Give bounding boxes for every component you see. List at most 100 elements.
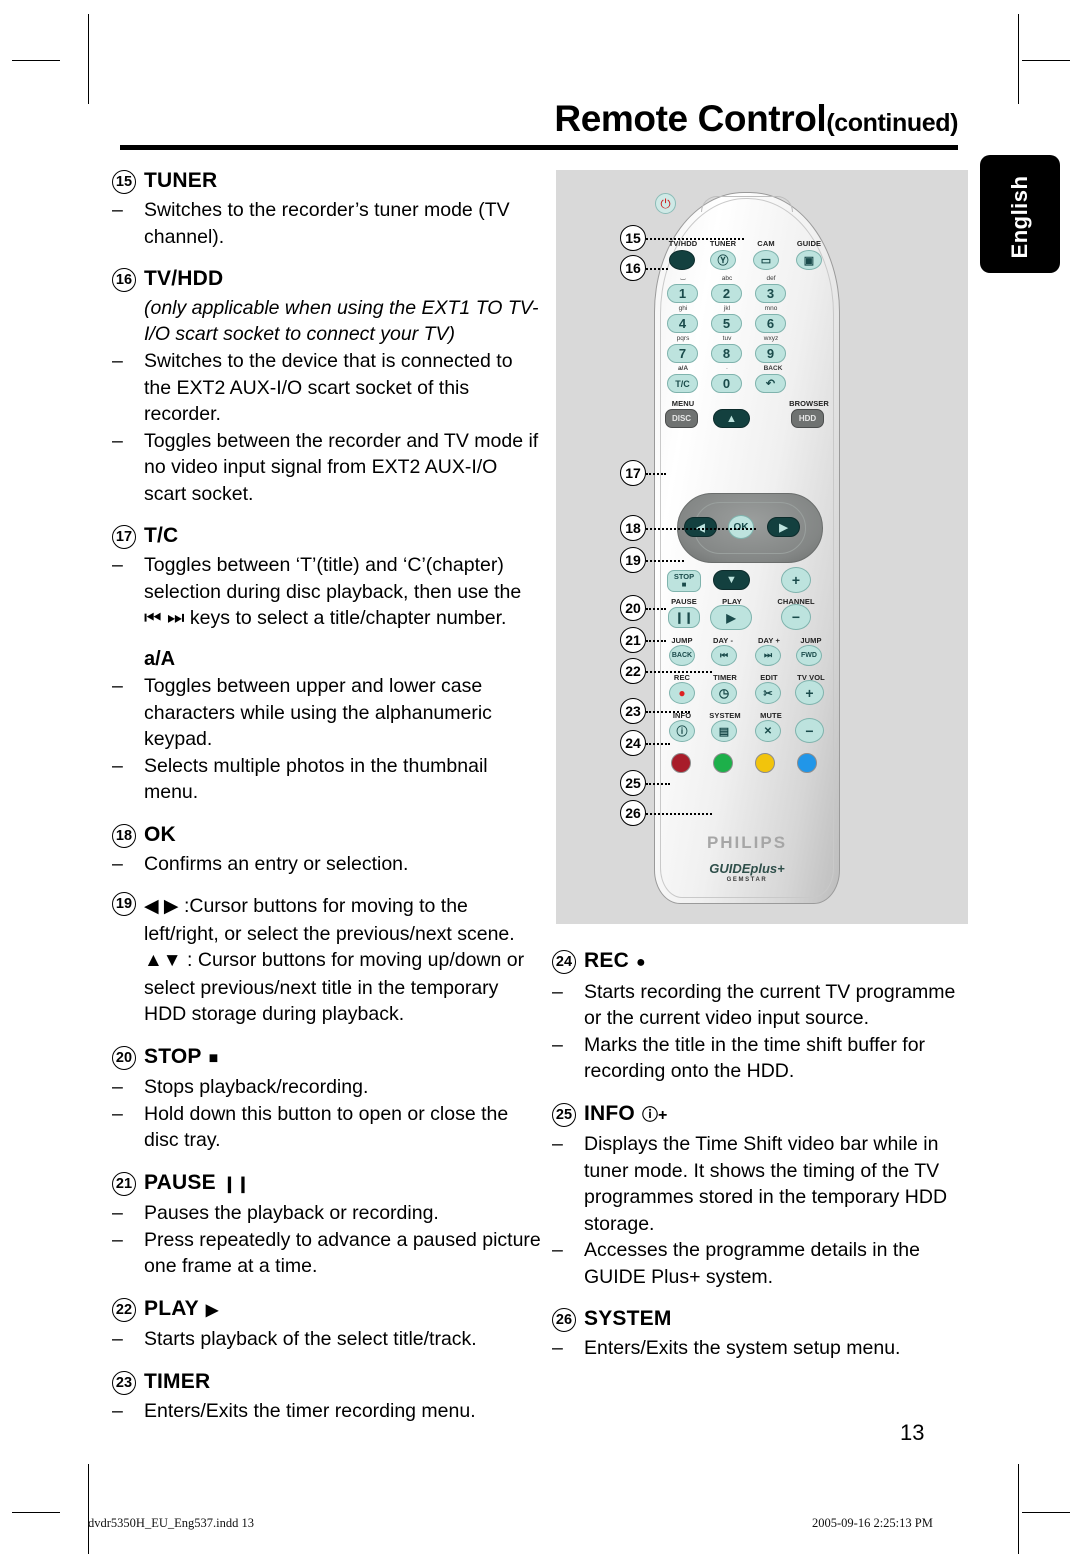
pause-bars-icon: ❙❙ [222,1175,250,1193]
callout-number-25: 25 [552,1102,576,1127]
entry-info-heading: 25 INFO ⓘ+ [552,1101,972,1130]
entry-rec-heading: 24 REC ● [552,948,972,977]
keypad-hint-aA: a/A [677,365,689,372]
callout-number-18: 18 [112,823,136,848]
bullet-item: – Marks the title in the time shift buff… [552,1032,972,1085]
channel-up-button[interactable]: + [781,567,811,593]
crop-mark-top-right [1018,14,1019,104]
key-7[interactable]: 7 [667,344,698,363]
next-button[interactable]: ⏭ [755,645,781,666]
callout-number-23: 23 [112,1370,136,1395]
entry-stop: 20 STOP ■ – Stops playback/recording. – … [112,1044,542,1154]
keypad-hint-1: ⌴ [680,275,686,282]
timer-button[interactable]: ◷ [711,682,737,704]
bullet-dash: – [112,350,123,372]
key-3[interactable]: 3 [755,284,786,303]
bullet-item: – Accesses the programme details in the … [552,1237,972,1290]
callout-22: 22 [620,658,646,684]
entry-system-heading: 26 SYSTEM [552,1306,972,1333]
tv-volume-up-button[interactable]: + [795,680,824,705]
remote-control-illustration: ⏻ TV/HDD TUNER CAM GUIDE Ⓨ ▭ ▣ ⌴ abc def… [556,170,968,924]
info-button[interactable]: ⓘ [669,720,695,742]
keypad-hint-7: pqrs [676,335,690,342]
ok-button[interactable]: OK [728,515,754,539]
jump-back-button[interactable]: BACK [669,645,695,666]
callout-15: 15 [620,225,646,251]
yellow-button[interactable] [755,753,775,773]
pause-button[interactable]: ❙❙ [668,607,700,628]
entry-play-heading: 22 PLAY ▶ [112,1296,542,1325]
tv-hdd-button[interactable] [669,250,695,270]
bullet-text: Toggles between ‘T’(title) and ‘C’(chapt… [144,554,522,629]
footer-divider-right [1018,1498,1019,1542]
bullet-text: Switches to the device that is connected… [144,350,513,425]
bullet-item: – Toggles between ‘T’(title) and ‘C’(cha… [112,552,542,632]
tv-volume-down-button[interactable]: − [795,718,824,743]
header-divider [120,145,958,150]
entry-pause-heading: 21 PAUSE ❙❙ [112,1170,542,1199]
key-4[interactable]: 4 [667,314,698,333]
callout-number-15: 15 [112,170,136,194]
bullet-text: Pauses the playback or recording. [144,1202,439,1224]
entry-cursor-text: :Cursor buttons for moving to the left/r… [144,895,515,945]
cursor-right-button[interactable]: ▶ [767,517,800,537]
entry-info: 25 INFO ⓘ+ – Displays the Time Shift vid… [552,1101,972,1291]
record-button[interactable]: ● [669,682,695,704]
bullet-dash: – [112,1328,123,1350]
bullet-dash: – [112,1399,123,1422]
cursor-up-button[interactable]: ▲ [713,409,750,428]
entry-tv-hdd-heading: 16 TV/HDD [112,266,542,293]
button-label-menu: MENU [671,399,695,408]
edit-button[interactable]: ✂ [755,682,781,704]
bullet-text: Stops playback/recording. [144,1076,369,1098]
key-0[interactable]: 0 [711,374,742,393]
keypad-hint-back: BACK [763,365,783,372]
bullet-dash: – [112,1102,123,1125]
bullet-item: – Toggles between upper and lower case c… [112,673,542,753]
bullet-text: Accesses the programme details in the GU… [584,1239,920,1288]
stop-button[interactable]: STOP ■ [667,570,701,592]
key-tc[interactable]: T/C [667,374,698,393]
tuner-button[interactable]: Ⓨ [710,250,736,270]
leader-line-18 [646,528,756,530]
hdd-browser-button[interactable]: HDD [791,409,824,428]
green-button[interactable] [713,753,733,773]
key-2[interactable]: 2 [711,284,742,303]
disc-menu-button[interactable]: DISC [665,409,698,428]
blue-button[interactable] [797,753,817,773]
bullet-dash: – [112,1202,123,1224]
cursor-left-button[interactable]: ◀ [684,517,717,537]
entry-play-label: PLAY [144,1296,199,1320]
entry-tc: 17 T/C – Toggles between ‘T’(title) and … [112,523,542,806]
jump-forward-button[interactable]: FWD [796,645,822,666]
leader-line-17 [646,473,666,475]
play-button[interactable]: ▶ [710,605,752,630]
button-label-browser: BROWSER [789,399,829,408]
key-back[interactable]: ↶ [755,374,786,393]
crop-mark-right-top [1022,60,1070,61]
stop-square-icon: ■ [208,1049,219,1067]
cursor-down-button[interactable]: ▼ [713,570,750,590]
entry-timer: 23 TIMER – Enters/Exits the timer record… [112,1369,542,1425]
cam-button[interactable]: ▭ [753,250,779,270]
channel-down-button[interactable]: − [781,604,811,630]
leader-line-22 [646,671,712,673]
key-5[interactable]: 5 [711,314,742,333]
button-label-guide: GUIDE [796,239,822,248]
guide-button[interactable]: ▣ [796,250,822,270]
callout-25: 25 [620,770,646,796]
key-9[interactable]: 9 [755,344,786,363]
key-6[interactable]: 6 [755,314,786,333]
system-button[interactable]: ▤ [711,720,737,742]
page-title-main: Remote Control [554,98,827,139]
mute-button[interactable]: ✕ [755,720,781,742]
bullet-text: Press repeatedly to advance a paused pic… [144,1228,541,1278]
key-1[interactable]: 1 [667,284,698,303]
red-button[interactable] [671,753,691,773]
bullet-item: – Enters/Exits the timer recording menu. [112,1398,542,1425]
bullet-dash: – [112,199,123,221]
previous-button[interactable]: ⏮ [711,645,737,666]
key-8[interactable]: 8 [711,344,742,363]
page-number: 13 [900,1420,925,1445]
power-button[interactable]: ⏻ [655,193,676,214]
